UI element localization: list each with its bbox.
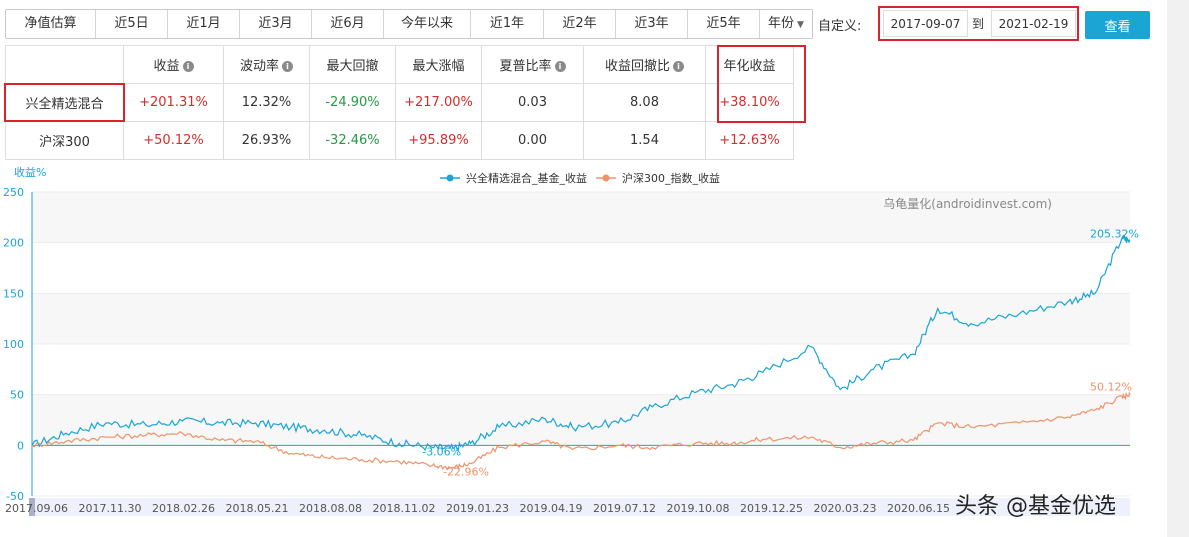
cell-sharpe: 0.00	[481, 121, 584, 160]
info-icon[interactable]: i	[182, 61, 194, 72]
cell-return-drawdown: 1.54	[583, 121, 706, 160]
end-date-input[interactable]	[991, 10, 1076, 37]
x-tick-label: 2019.07.12	[593, 502, 656, 515]
info-icon[interactable]: i	[673, 61, 684, 72]
period-2y[interactable]: 近2年	[544, 10, 616, 38]
stats-header-label: 波动率	[239, 59, 279, 74]
period-ytd[interactable]: 今年以来	[384, 10, 471, 38]
info-icon[interactable]: i	[554, 61, 566, 72]
y-tick-label: 250	[3, 186, 24, 199]
stats-header-max-gain: 最大涨幅	[395, 45, 482, 84]
stats-header-max-drawdown: 最大回撤	[309, 45, 396, 84]
cell-return-drawdown: 8.08	[583, 83, 706, 122]
cell-max-gain: +95.89%	[395, 121, 482, 160]
date-to-label: 到	[971, 17, 984, 31]
date-range-box: 到	[878, 6, 1079, 41]
legend-marker	[602, 174, 610, 182]
period-5y[interactable]: 近5年	[688, 10, 760, 38]
stats-header-label: 年化收益	[723, 59, 776, 74]
series-end-label: 50.12%	[1090, 381, 1132, 394]
x-tick-label: 2018.08.08	[299, 502, 362, 515]
cell-max-gain: +217.00%	[395, 83, 482, 122]
stats-header-return: 收益 i	[123, 45, 224, 84]
x-tick-label: 2020.06.15	[887, 502, 950, 515]
custom-range-label: 自定义:	[818, 18, 862, 34]
cell-volatility: 12.32%	[223, 83, 310, 122]
x-tick-label: 2017.11.30	[79, 502, 142, 515]
x-tick-label: 2017.09.06	[5, 502, 68, 515]
series-end-label: 205.32%	[1090, 227, 1139, 240]
period-1y[interactable]: 近1年	[471, 10, 544, 38]
chevron-down-icon: ▼	[797, 20, 804, 30]
stats-header-sharpe: 夏普比率 i	[481, 45, 584, 84]
stats-header-label: 收益	[153, 59, 180, 74]
info-icon[interactable]: i	[282, 61, 293, 72]
x-tick-label: 2018.11.02	[373, 502, 436, 515]
grid-band	[32, 293, 1130, 344]
row-name-index: 沪深300	[5, 121, 124, 160]
point-annotation: -3.06%	[422, 445, 461, 458]
y-tick-label: 0	[17, 439, 24, 452]
stats-header-row: 收益 i 波动率 i 最大回撤 最大涨幅 夏普比率 i 收益回撤比 i 年化收益	[5, 45, 794, 84]
y-tick-label: 50	[10, 389, 24, 402]
stats-header-annualized: 年化收益	[705, 45, 794, 84]
period-5d[interactable]: 近5日	[96, 10, 168, 38]
x-tick-label: 2018.05.21	[226, 502, 289, 515]
stats-header-volatility: 波动率 i	[223, 45, 310, 84]
cell-max-drawdown: -24.90%	[309, 83, 396, 122]
x-tick-label: 2019.01.23	[446, 502, 509, 515]
period-3m[interactable]: 近3月	[240, 10, 312, 38]
scrollbar-track[interactable]	[1167, 0, 1189, 537]
stats-header-blank	[5, 45, 124, 84]
cell-annualized: +12.63%	[705, 121, 794, 160]
y-tick-label: 150	[3, 287, 24, 300]
cell-volatility: 26.93%	[223, 121, 310, 160]
stats-header-label: 最大涨幅	[412, 59, 465, 74]
y-axis-label: 收益%	[14, 165, 46, 179]
period-year-dropdown[interactable]: 年份 ▼	[760, 10, 812, 38]
source-note: 乌龟量化(androidinvest.com)	[883, 196, 1052, 211]
period-3y[interactable]: 近3年	[616, 10, 688, 38]
x-tick-label: 2019.12.25	[740, 502, 803, 515]
table-row: 兴全精选混合 +201.31% 12.32% -24.90% +217.00% …	[5, 83, 794, 122]
y-tick-label: 200	[3, 237, 24, 250]
legend-label: 沪深300_指数_收益	[622, 171, 720, 185]
period-nav-estimate[interactable]: 净值估算	[6, 10, 96, 38]
start-date-input[interactable]	[883, 10, 968, 37]
cell-return: +201.31%	[123, 83, 224, 122]
period-1m[interactable]: 近1月	[168, 10, 240, 38]
query-button[interactable]: 查看	[1085, 11, 1150, 39]
legend-label: 兴全精选混合_基金_收益	[466, 171, 587, 185]
x-tick-label: 2018.02.26	[152, 502, 215, 515]
period-year-label: 年份	[768, 16, 795, 31]
point-annotation: -22.96%	[443, 466, 489, 479]
x-tick-label: 2019.04.19	[520, 502, 583, 515]
x-tick-label: 2019.10.08	[667, 502, 730, 515]
row-name-fund: 兴全精选混合	[5, 83, 124, 122]
y-tick-label: 100	[3, 338, 24, 351]
cell-return: +50.12%	[123, 121, 224, 160]
return-chart: -50050100150200250收益%乌龟量化(androidinvest.…	[3, 165, 1139, 516]
footer-watermark: 头条 @基金优选	[955, 494, 1116, 519]
stats-table: 收益 i 波动率 i 最大回撤 最大涨幅 夏普比率 i 收益回撤比 i 年化收益 兴全精…	[5, 45, 794, 160]
period-selector: 净值估算 近5日 近1月 近3月 近6月 今年以来 近1年 近2年 近3年 近5…	[5, 9, 813, 39]
legend-marker	[446, 174, 454, 182]
stats-header-return-drawdown: 收益回撤比 i	[583, 45, 706, 84]
table-row: 沪深300 +50.12% 26.93% -32.46% +95.89% 0.0…	[5, 121, 794, 160]
cell-max-drawdown: -32.46%	[309, 121, 396, 160]
stats-header-label: 夏普比率	[499, 59, 552, 74]
period-6m[interactable]: 近6月	[312, 10, 384, 38]
x-tick-label: 2020.03.23	[814, 502, 877, 515]
stats-header-label: 最大回撤	[326, 59, 379, 74]
stats-header-label: 收益回撤比	[604, 59, 670, 74]
cell-sharpe: 0.03	[481, 83, 584, 122]
cell-annualized: +38.10%	[705, 83, 794, 122]
custom-range: 自定义:	[818, 9, 867, 39]
